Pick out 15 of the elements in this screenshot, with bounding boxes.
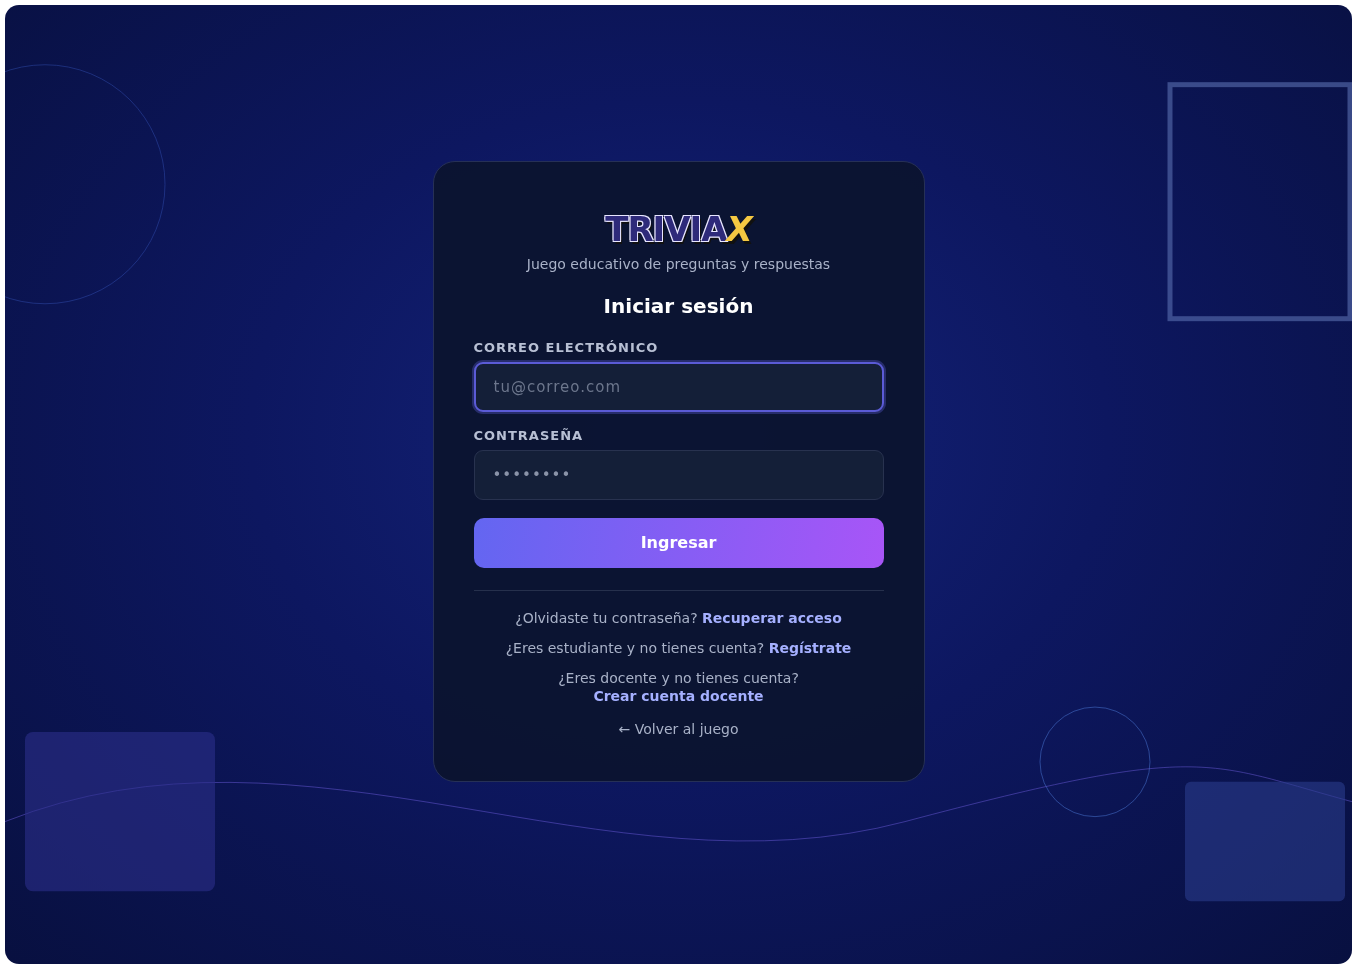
back-link[interactable]: ← Volver al juego xyxy=(618,721,739,738)
account-prompt: ¿Olvidaste tu contraseña? Recuperar acceso xyxy=(514,608,843,628)
logo: TRIVIAX xyxy=(605,211,752,246)
account-prompt: ¿Eres docente y no tienes cuenta? Crear cuenta docente xyxy=(557,668,800,707)
account-prompt: ¿Eres estudiante y no tienes cuenta? Regístrate xyxy=(504,638,853,658)
field-label: CONTRASEÑA xyxy=(473,427,584,443)
prompt-link[interactable]: Crear cuenta docente xyxy=(593,688,764,705)
tagline: Juego educativo de preguntas y respuestas xyxy=(525,255,832,272)
email-field[interactable]: tu@correo.com xyxy=(473,361,884,412)
prompt-link[interactable]: Regístrate xyxy=(768,639,852,656)
password-field[interactable]: •••••••• xyxy=(473,449,884,500)
field-label: CORREO ELECTRÓNICO xyxy=(473,339,659,355)
login-button[interactable]: Ingresar xyxy=(473,517,884,568)
form-heading: Iniciar sesión xyxy=(602,293,755,318)
prompt-link[interactable]: Recuperar acceso xyxy=(702,609,842,626)
